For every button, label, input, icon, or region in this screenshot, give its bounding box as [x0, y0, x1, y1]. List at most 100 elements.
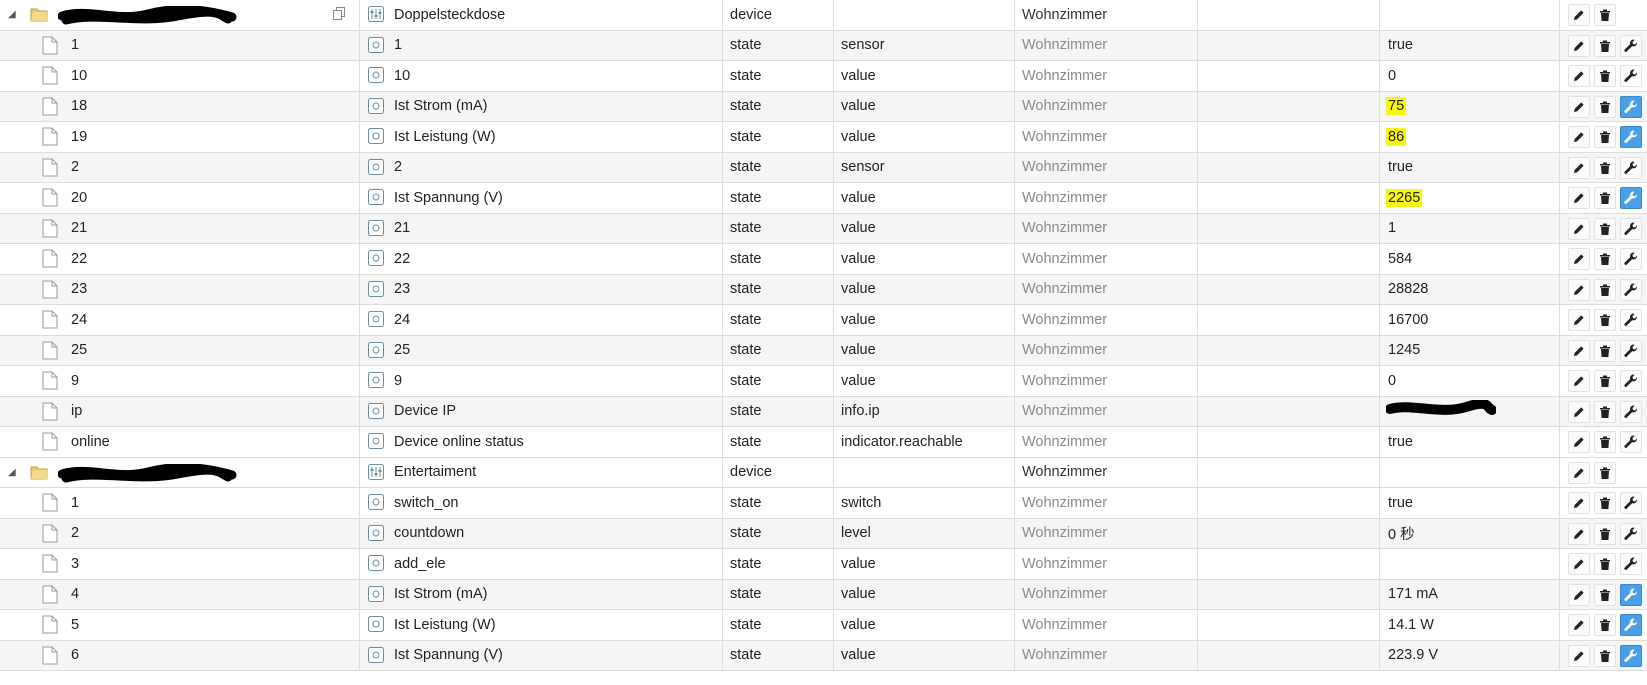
wrench-icon[interactable]	[1620, 34, 1642, 57]
object-value[interactable]: 28828	[1386, 280, 1430, 298]
object-room[interactable]: Wohnzimmer	[1015, 403, 1107, 419]
object-role[interactable]: level	[834, 525, 871, 541]
object-value[interactable]: 171 mA	[1386, 585, 1440, 603]
device-row[interactable]: ◢ Entertaiment device Wohnzimmer	[0, 457, 1647, 488]
object-role[interactable]: sensor	[834, 37, 885, 53]
object-id[interactable]: online	[71, 434, 110, 450]
object-id[interactable]: 2	[71, 159, 79, 175]
object-room[interactable]: Wohnzimmer	[1015, 190, 1107, 206]
pencil-icon[interactable]	[1568, 370, 1590, 392]
object-role[interactable]: value	[834, 98, 876, 114]
pencil-icon[interactable]	[1568, 431, 1590, 453]
pencil-icon[interactable]	[1568, 553, 1590, 575]
state-row[interactable]: online Device online status state indicator…	[0, 427, 1647, 458]
object-name[interactable]: 2	[394, 159, 402, 175]
trash-icon[interactable]	[1594, 553, 1616, 575]
object-room[interactable]: Wohnzimmer	[1015, 617, 1107, 633]
state-row[interactable]: 6 Ist Spannung (V) state value Wohnzimmer 223…	[0, 640, 1647, 671]
object-value[interactable]: 1245	[1386, 341, 1422, 359]
trash-icon[interactable]	[1594, 248, 1616, 270]
wrench-icon[interactable]	[1620, 431, 1642, 453]
object-room[interactable]: Wohnzimmer	[1015, 7, 1107, 23]
wrench-icon[interactable]	[1620, 553, 1642, 575]
object-room[interactable]: Wohnzimmer	[1015, 647, 1107, 663]
object-value[interactable]	[1386, 14, 1390, 16]
object-name[interactable]: 1	[394, 37, 402, 53]
state-row[interactable]: 4 Ist Strom (mA) state value Wohnzimmer 171 m…	[0, 579, 1647, 610]
pencil-icon[interactable]	[1568, 278, 1590, 301]
object-role[interactable]: value	[834, 220, 876, 236]
object-room[interactable]: Wohnzimmer	[1015, 159, 1107, 175]
object-value[interactable]: 0	[1386, 372, 1398, 390]
object-name[interactable]: switch_on	[394, 495, 458, 511]
state-row[interactable]: 3 add_ele state value Wohnzimmer	[0, 549, 1647, 580]
pencil-icon[interactable]	[1568, 309, 1590, 331]
triangle-down-icon[interactable]: ◢	[8, 9, 16, 20]
trash-icon[interactable]	[1594, 614, 1616, 636]
pencil-icon[interactable]	[1568, 583, 1590, 606]
wrench-icon[interactable]	[1620, 217, 1642, 240]
wrench-icon[interactable]	[1620, 248, 1642, 270]
object-value[interactable]: 86	[1386, 127, 1407, 146]
device-row[interactable]: ◢ Doppelsteckdose device Wohnzimmer	[0, 0, 1647, 31]
object-value[interactable]: 16700	[1386, 311, 1430, 329]
object-name[interactable]: 21	[394, 220, 410, 236]
object-role[interactable]: value	[834, 251, 876, 267]
object-value[interactable]	[1386, 563, 1390, 565]
trash-icon[interactable]	[1594, 492, 1616, 514]
object-role[interactable]: indicator.reachable	[834, 434, 963, 450]
trash-icon[interactable]	[1594, 4, 1616, 26]
object-value[interactable]: true	[1386, 494, 1415, 512]
object-name[interactable]: 24	[394, 312, 410, 328]
object-id[interactable]: 25	[71, 342, 87, 358]
state-row[interactable]: 2 countdown state level Wohnzimmer 0 秒	[0, 518, 1647, 549]
pencil-icon[interactable]	[1568, 217, 1590, 240]
trash-icon[interactable]	[1594, 522, 1616, 545]
wrench-icon[interactable]	[1620, 156, 1642, 179]
trash-icon[interactable]	[1594, 126, 1616, 148]
pencil-icon[interactable]	[1568, 65, 1590, 87]
object-room[interactable]: Wohnzimmer	[1015, 373, 1107, 389]
object-room[interactable]: Wohnzimmer	[1015, 251, 1107, 267]
state-row[interactable]: 21 21 state value Wohnzimmer 1	[0, 213, 1647, 244]
object-name[interactable]: Device online status	[394, 434, 524, 450]
object-name[interactable]: 23	[394, 281, 410, 297]
state-row[interactable]: 5 Ist Leistung (W) state value Wohnzimmer 14.…	[0, 610, 1647, 641]
object-room[interactable]: Wohnzimmer	[1015, 37, 1107, 53]
object-room[interactable]: Wohnzimmer	[1015, 129, 1107, 145]
object-room[interactable]: Wohnzimmer	[1015, 220, 1107, 236]
object-role[interactable]: value	[834, 556, 876, 572]
object-id[interactable]: 3	[71, 556, 79, 572]
object-id[interactable]: 10	[71, 68, 87, 84]
object-room[interactable]: Wohnzimmer	[1015, 586, 1107, 602]
object-name[interactable]: Device IP	[394, 403, 456, 419]
object-id[interactable]: 6	[71, 647, 79, 663]
object-value[interactable]: 0	[1386, 67, 1398, 85]
object-id[interactable]: 20	[71, 190, 87, 206]
wrench-icon[interactable]	[1620, 644, 1642, 667]
object-name[interactable]: Ist Spannung (V)	[394, 190, 503, 206]
pencil-icon[interactable]	[1568, 34, 1590, 57]
object-value[interactable]: 1	[1386, 219, 1398, 237]
object-name[interactable]: 10	[394, 68, 410, 84]
wrench-icon[interactable]	[1620, 278, 1642, 301]
wrench-icon[interactable]	[1620, 583, 1642, 606]
pencil-icon[interactable]	[1568, 126, 1590, 148]
pencil-icon[interactable]	[1568, 95, 1590, 118]
wrench-icon[interactable]	[1620, 492, 1642, 514]
object-name[interactable]: Ist Strom (mA)	[394, 586, 487, 602]
trash-icon[interactable]	[1594, 583, 1616, 606]
trash-icon[interactable]	[1594, 431, 1616, 453]
object-value[interactable]: 0 秒	[1386, 522, 1417, 545]
state-row[interactable]: 19 Ist Leistung (W) state value Wohnzimmer 86	[0, 122, 1647, 153]
object-id[interactable]: 9	[71, 373, 79, 389]
object-name[interactable]: Ist Spannung (V)	[394, 647, 503, 663]
pencil-icon[interactable]	[1568, 4, 1590, 26]
object-role[interactable]: info.ip	[834, 403, 880, 419]
object-name[interactable]: Ist Strom (mA)	[394, 98, 487, 114]
object-name[interactable]: 25	[394, 342, 410, 358]
pencil-icon[interactable]	[1568, 248, 1590, 270]
state-row[interactable]: ip Device IP state info.ip Wohnzimmer	[0, 396, 1647, 427]
state-row[interactable]: 20 Ist Spannung (V) state value Wohnzimmer 22…	[0, 183, 1647, 214]
wrench-icon[interactable]	[1620, 95, 1642, 118]
